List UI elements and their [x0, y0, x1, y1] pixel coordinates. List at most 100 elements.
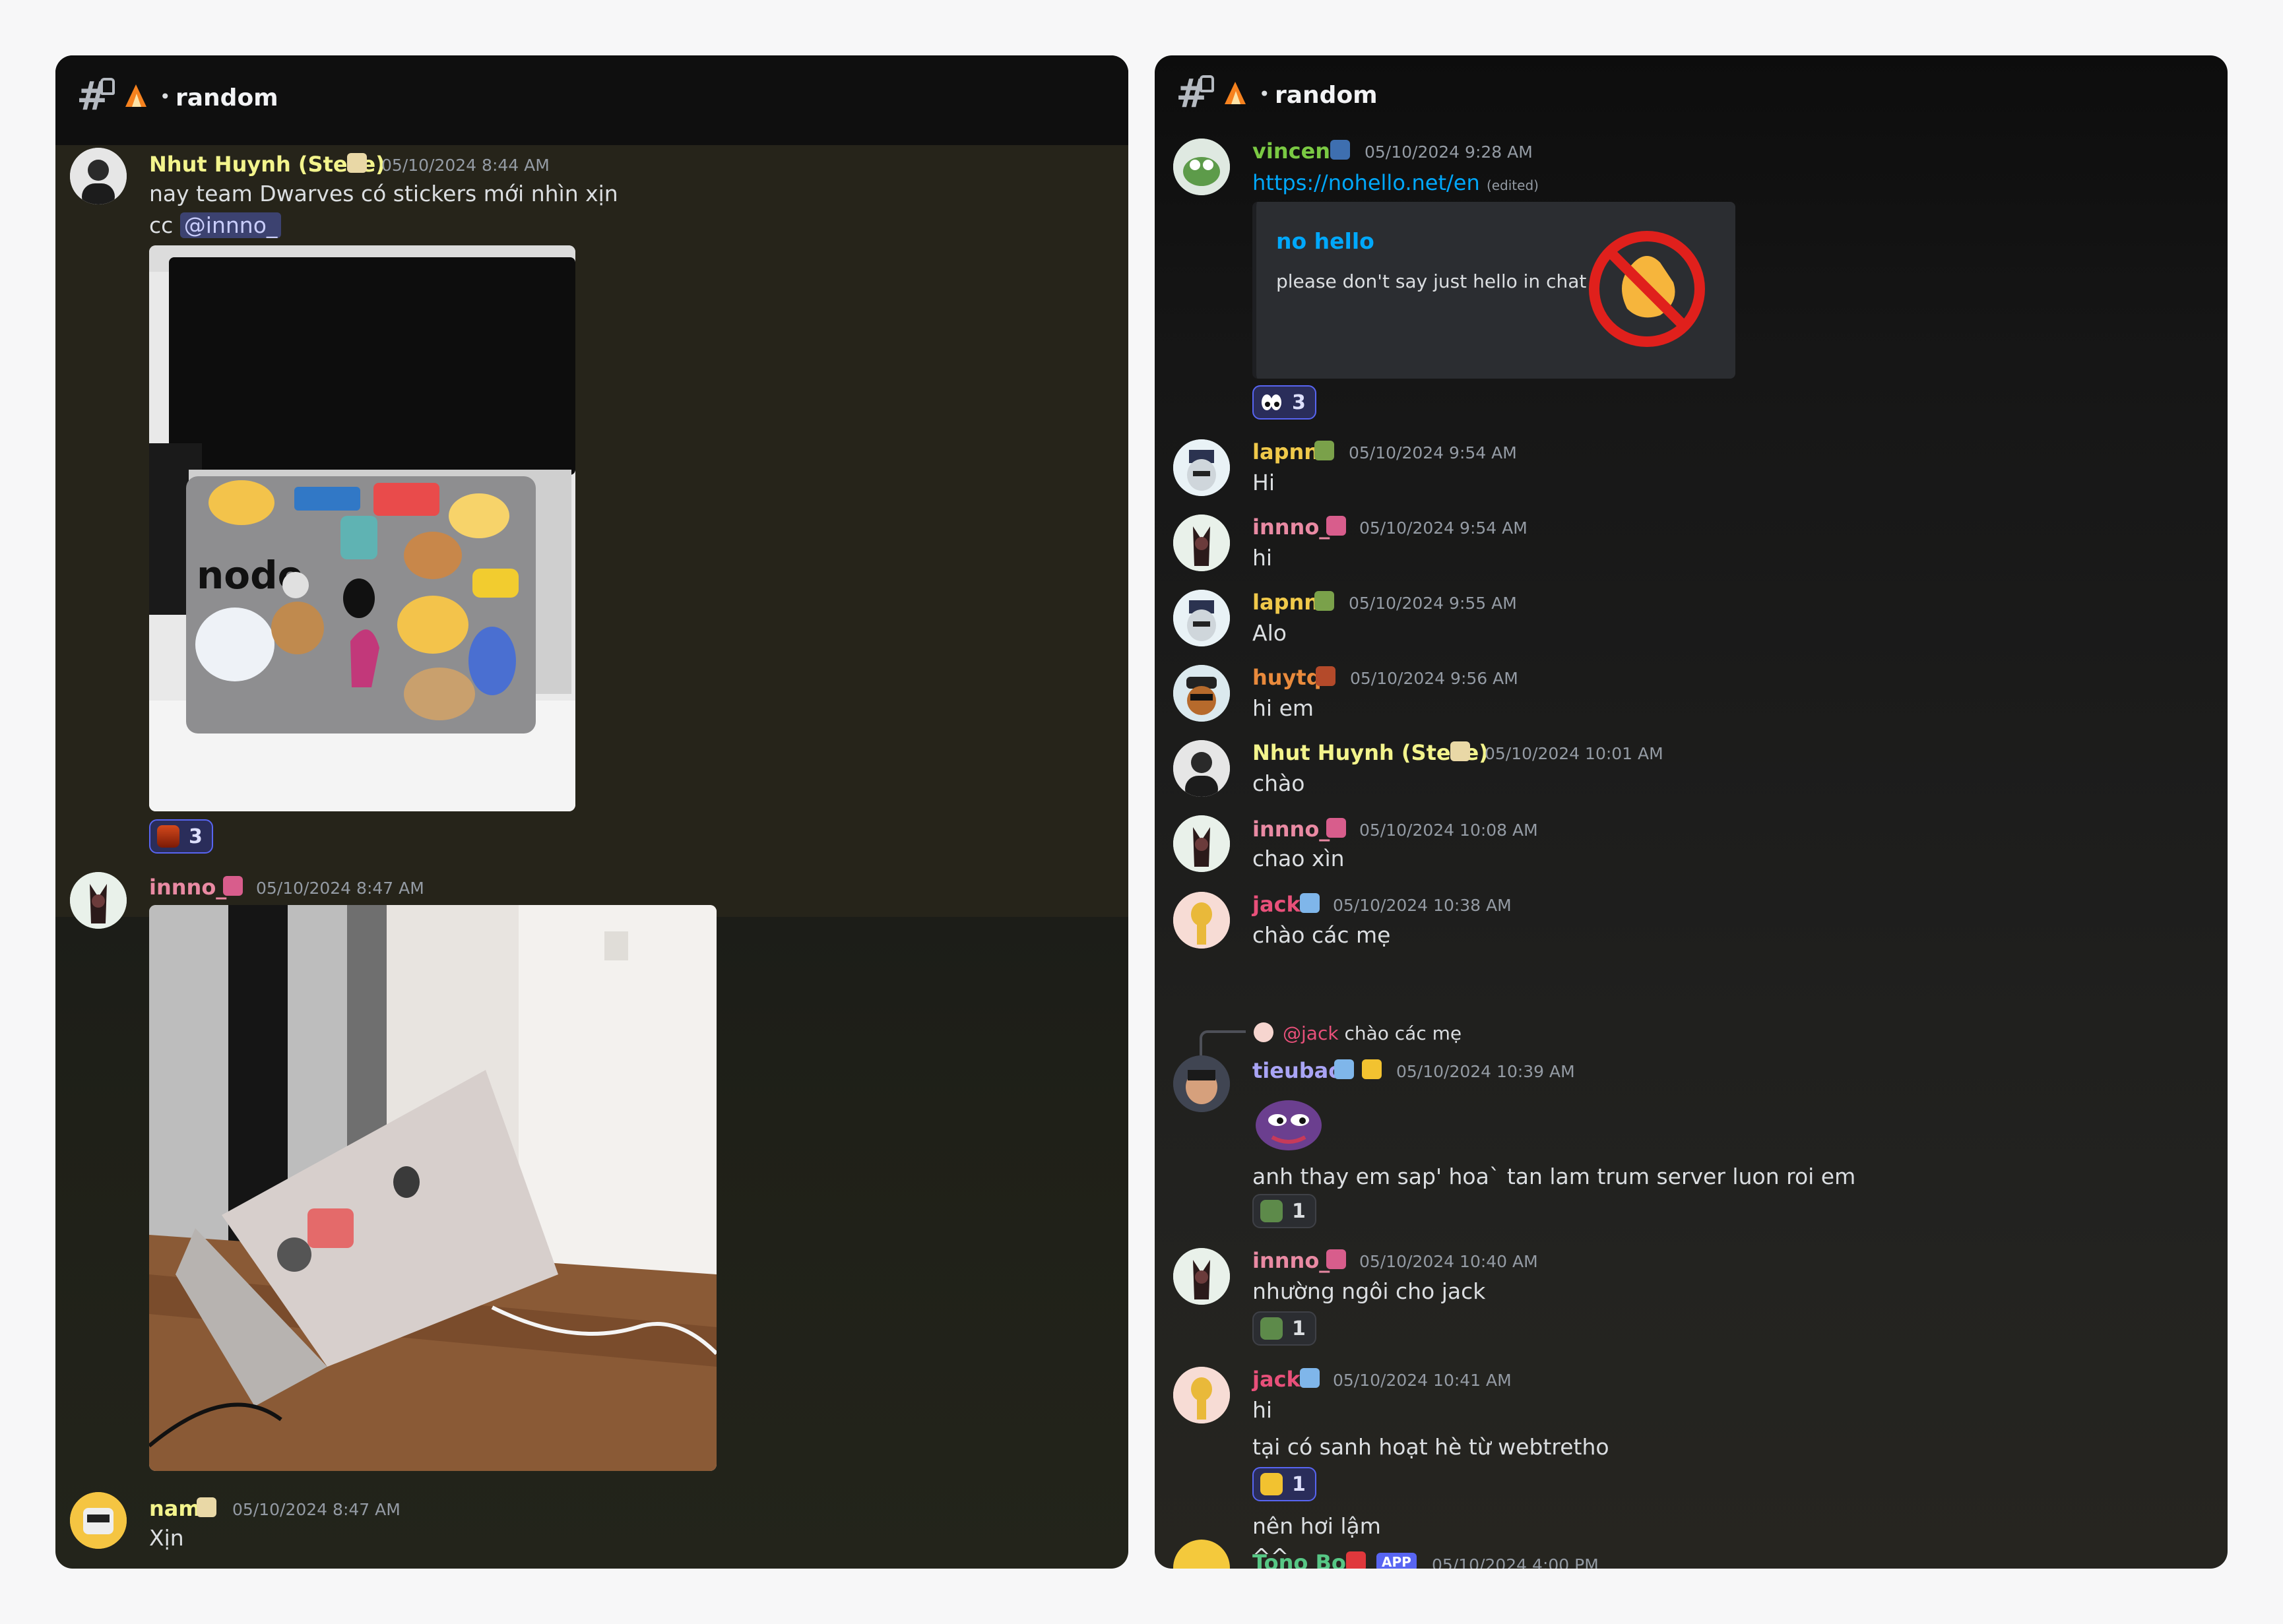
avatar[interactable] [1173, 439, 1230, 496]
laptop-with-stickers-photo[interactable]: node [149, 245, 575, 811]
user-badge-icon [1330, 140, 1350, 160]
ice-cube-icon [1334, 1059, 1354, 1079]
message-text: tại có sanh hoạt hè từ webtretho [1252, 1434, 1609, 1460]
timestamp: 05/10/2024 8:47 AM [256, 879, 424, 898]
message-text: Xịn [149, 1525, 184, 1551]
timestamp: 05/10/2024 9:54 AM [1359, 518, 1527, 538]
reply-author[interactable]: @jack [1283, 1022, 1339, 1044]
message-text: nên hơi lậm [1252, 1513, 1381, 1539]
author-name[interactable]: innno_ [1252, 515, 1330, 540]
message-text: chào [1252, 770, 1305, 796]
message-text: anh thay em sap' hoa` tan lam trum serve… [1252, 1164, 1856, 1189]
message-text: nhường ngôi cho jack [1252, 1278, 1486, 1304]
timestamp: 05/10/2024 9:55 AM [1349, 594, 1517, 613]
gem-emoji-icon [1326, 516, 1346, 536]
timestamp: 05/10/2024 10:38 AM [1333, 896, 1512, 915]
author-name[interactable]: jack [1252, 892, 1301, 917]
reaction-count: 3 [189, 825, 203, 848]
reaction-count: 3 [1292, 390, 1306, 414]
avatar[interactable] [1173, 590, 1230, 646]
reply-avatar [1254, 1022, 1273, 1042]
timestamp: 05/10/2024 10:01 AM [1485, 744, 1663, 763]
heart-badge-icon [1346, 1551, 1366, 1569]
message-text: hi [1252, 545, 1273, 571]
warning-tent-emoji [1223, 82, 1247, 106]
message-text: Hi [1252, 470, 1275, 495]
link-embed: no hello please don't say just hello in … [1252, 202, 1735, 379]
pencil-emoji-icon [1450, 741, 1470, 761]
author-name[interactable]: vincent [1252, 139, 1340, 164]
avatar[interactable] [1173, 892, 1230, 949]
author-name[interactable]: lapnn [1252, 439, 1319, 464]
timestamp: 05/10/2024 9:54 AM [1349, 443, 1517, 462]
channel-header: # • random [1155, 55, 2228, 135]
message-text: chao xìn [1252, 846, 1345, 871]
avatar[interactable] [70, 1492, 127, 1549]
author-name[interactable]: innno_ [1252, 1248, 1330, 1273]
author-name[interactable]: nam [149, 1496, 201, 1521]
author-name[interactable]: Tono Bot [1252, 1550, 1356, 1569]
author-name[interactable]: innno_ [149, 875, 226, 900]
author-name[interactable]: jack [1252, 1367, 1301, 1392]
user-badge-icon [1316, 666, 1335, 686]
author-name[interactable]: innno_ [1252, 817, 1330, 842]
message-text: hi em [1252, 695, 1314, 721]
reaction-fire[interactable]: 3 [149, 819, 213, 854]
author-name[interactable]: huytq [1252, 665, 1322, 690]
pencil-emoji-icon [347, 153, 367, 173]
avatar[interactable] [1173, 1367, 1230, 1423]
eyes-emoji-icon [1260, 391, 1283, 414]
pepe-badge-icon [1314, 441, 1334, 460]
avatar[interactable] [1173, 665, 1230, 722]
avatar[interactable] [1173, 1248, 1230, 1305]
edited-label: (edited) [1486, 177, 1539, 193]
channel-name[interactable]: random [1275, 82, 1378, 109]
pikachu-emoji-icon [1362, 1059, 1382, 1079]
avatar[interactable] [70, 872, 127, 929]
avatar[interactable] [1173, 815, 1230, 872]
reply-text: chào các mẹ [1344, 1022, 1462, 1044]
pencil-emoji-icon [197, 1497, 216, 1517]
author-name[interactable]: lapnn [1252, 590, 1319, 615]
reaction-pepe[interactable]: 1 [1252, 1311, 1316, 1346]
avatar[interactable] [1173, 740, 1230, 797]
fire-emoji-icon [157, 825, 179, 848]
no-wave-icon[interactable] [1588, 230, 1706, 348]
reaction-pepe[interactable]: 1 [1252, 1194, 1316, 1228]
reaction-count: 1 [1292, 1317, 1306, 1340]
reaction-eyes[interactable]: 3 [1252, 385, 1316, 420]
timestamp: 05/10/2024 8:47 AM [232, 1500, 401, 1519]
reply-preview[interactable]: @jack chào các mẹ [1283, 1022, 1462, 1044]
threads-channel-icon: # [1176, 74, 1215, 113]
message-text: nay team Dwarves có stickers mới nhìn xị… [149, 181, 618, 206]
avatar[interactable] [70, 148, 127, 204]
message-link[interactable]: https://nohello.net/en (edited) [1252, 170, 1539, 195]
channel-name[interactable]: random [176, 84, 278, 111]
purple-pepe-sticker[interactable] [1252, 1088, 1325, 1153]
ice-cube-icon [1300, 1368, 1320, 1388]
pepe-emoji-icon [1260, 1200, 1283, 1222]
reaction-count: 1 [1292, 1472, 1306, 1496]
timestamp: 05/10/2024 9:28 AM [1365, 142, 1533, 162]
chat-panel-right: # • random vincent 05/10/2024 9:28 AM ht… [1155, 55, 2228, 1569]
embed-title[interactable]: no hello [1276, 228, 1374, 254]
pepe-badge-icon [1314, 591, 1334, 611]
avatar[interactable] [1173, 1540, 1230, 1569]
warning-tent-emoji [124, 84, 148, 108]
avatar[interactable] [1173, 1055, 1230, 1112]
timestamp: 05/10/2024 10:40 AM [1359, 1252, 1538, 1271]
gem-emoji-icon [1326, 1249, 1346, 1269]
gem-emoji-icon [1326, 818, 1346, 838]
reaction-count: 1 [1292, 1199, 1306, 1223]
link-text[interactable]: https://nohello.net/en [1252, 170, 1480, 195]
author-name[interactable]: tieubao [1252, 1058, 1343, 1083]
avatar[interactable] [1173, 139, 1230, 195]
reply-connector [1200, 1030, 1246, 1055]
timestamp: 05/10/2024 10:08 AM [1359, 821, 1538, 840]
user-mention[interactable]: @innno_ [179, 212, 282, 238]
gem-emoji-icon [223, 876, 243, 896]
message-text-prefix: cc [149, 212, 180, 238]
macbook-on-desk-photo[interactable] [149, 905, 717, 1471]
reaction-pikachu[interactable]: 1 [1252, 1467, 1316, 1501]
avatar[interactable] [1173, 515, 1230, 571]
